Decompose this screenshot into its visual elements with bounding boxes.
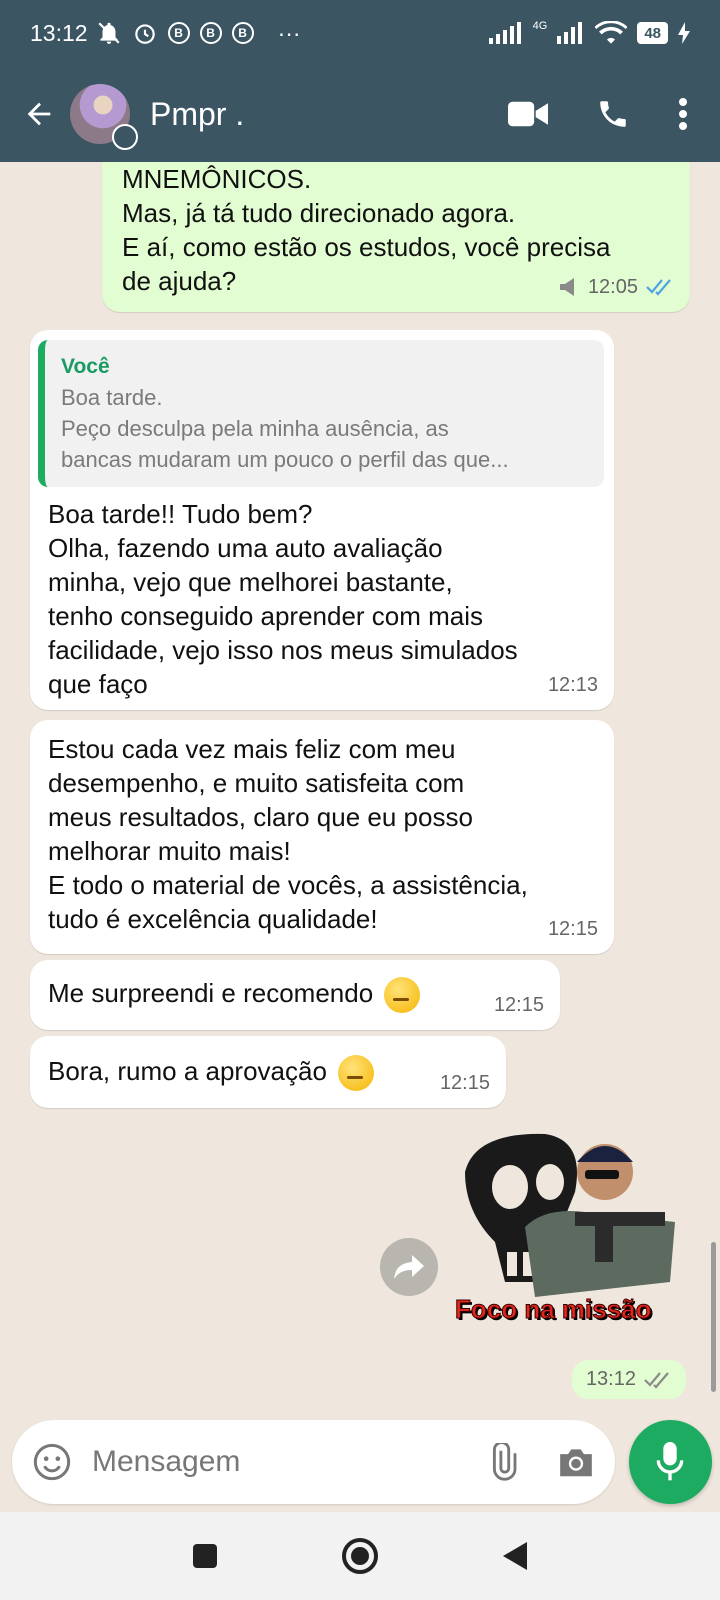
sticker-meta: 13:12 <box>571 1360 686 1399</box>
saluting-face-emoji-icon <box>384 977 421 1014</box>
message-input[interactable]: Mensagem <box>12 1420 615 1504</box>
read-ticks-icon <box>646 279 671 296</box>
message-meta: 12:15 <box>440 1066 490 1100</box>
megaphone-icon <box>559 278 574 296</box>
message-text: Me surpreendi e recomendo <box>48 978 374 1008</box>
sticker-illustration <box>465 1133 675 1297</box>
arrow-left-icon <box>27 102 51 126</box>
sticker-image[interactable] <box>455 1132 685 1312</box>
more-notifications-icon: ··· <box>277 19 301 46</box>
home-icon[interactable] <box>341 1537 379 1575</box>
back-triangle-icon[interactable] <box>501 1540 529 1572</box>
message-text: Bora, rumo a aprovação <box>48 1056 327 1086</box>
quote-author: Você <box>61 355 110 378</box>
delivered-ticks-icon <box>644 1371 669 1389</box>
header-actions <box>508 97 688 131</box>
message-time: 12:05 <box>587 276 638 298</box>
status-bar: 13:12 B B B ··· 4G 48 <box>0 0 720 66</box>
message-bubble-incoming[interactable]: Bora, rumo a aprovação 12:15 <box>30 1036 506 1108</box>
status-icons: B B B ··· <box>96 20 301 47</box>
message-meta: 12:15 <box>494 988 544 1022</box>
back-button[interactable] <box>10 85 68 143</box>
voice-message-button[interactable] <box>628 1420 712 1504</box>
composer-actions <box>483 1443 595 1481</box>
message-meta: 12:05 <box>558 270 674 304</box>
chat-header: Pmpr . <box>0 66 720 162</box>
phone-call-icon[interactable] <box>596 97 630 131</box>
message-time: 13:12 <box>585 1368 636 1390</box>
signal-icon <box>557 22 583 44</box>
status-ring-icon <box>112 124 138 150</box>
emoji-icon[interactable] <box>32 1442 72 1482</box>
microphone-icon <box>656 1442 684 1481</box>
b-badge-icon: B <box>167 22 190 44</box>
forward-button[interactable] <box>380 1238 438 1296</box>
charging-icon <box>678 22 690 44</box>
composer: Mensagem <box>12 1420 712 1504</box>
message-time: 12:13 <box>547 674 598 696</box>
message-time: 12:15 <box>439 1072 490 1094</box>
saluting-face-emoji-icon <box>338 1055 375 1092</box>
battery-indicator: 48 <box>637 22 668 44</box>
wifi-icon <box>595 21 628 44</box>
quoted-message[interactable]: Você Boa tarde. Peço desculpa pela minha… <box>38 340 604 487</box>
system-navigation-bar <box>0 1512 720 1600</box>
message-text: Estou cada vez mais feliz com meu desemp… <box>48 734 528 934</box>
status-time: 13:12 <box>30 19 88 46</box>
message-time: 12:15 <box>493 994 544 1016</box>
scrollbar[interactable] <box>711 1242 716 1392</box>
video-call-icon[interactable] <box>508 100 548 128</box>
status-right: 4G 48 <box>488 20 690 45</box>
notifications-off-icon <box>98 22 120 44</box>
network-type: 4G <box>532 20 548 32</box>
recent-apps-icon[interactable] <box>191 1542 219 1570</box>
alarm-icon <box>134 24 155 44</box>
b-badge-icon: B <box>231 22 254 44</box>
quote-text: Boa tarde. Peço desculpa pela minha ausê… <box>61 385 509 472</box>
b-badge-icon: B <box>199 22 222 44</box>
message-bubble-incoming[interactable]: Estou cada vez mais feliz com meu desemp… <box>30 720 614 954</box>
message-text: Boa tarde!! Tudo bem? Olha, fazendo uma … <box>48 499 518 699</box>
chat-area[interactable]: MNEMÔNICOS. Mas, já tá tudo direcionado … <box>0 162 720 1422</box>
message-placeholder: Mensagem <box>92 1445 241 1478</box>
message-meta: 12:15 <box>548 912 598 946</box>
paperclip-icon[interactable] <box>483 1443 521 1481</box>
avatar[interactable] <box>70 84 138 150</box>
message-bubble-incoming[interactable]: Você Boa tarde. Peço desculpa pela minha… <box>30 330 614 710</box>
message-bubble-outgoing[interactable]: MNEMÔNICOS. Mas, já tá tudo direcionado … <box>102 162 690 312</box>
sticker-caption: Foco na missão <box>455 1294 652 1325</box>
message-meta: 12:13 <box>548 668 598 702</box>
message-bubble-incoming[interactable]: Me surpreendi e recomendo 12:15 <box>30 960 560 1030</box>
contact-name[interactable]: Pmpr . <box>150 96 244 133</box>
share-arrow-icon <box>394 1255 424 1279</box>
camera-icon[interactable] <box>557 1445 595 1479</box>
message-time: 12:15 <box>547 918 598 940</box>
more-options-icon[interactable] <box>678 98 688 130</box>
signal-icon <box>488 22 521 44</box>
